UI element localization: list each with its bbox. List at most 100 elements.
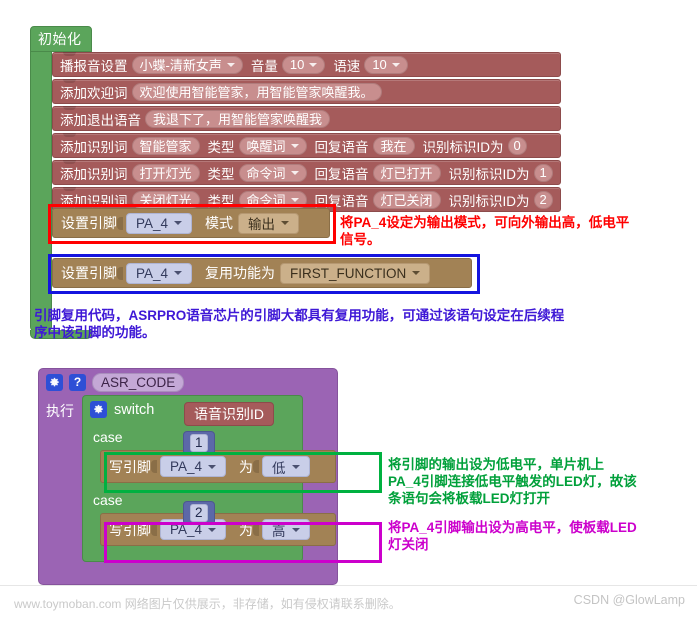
annotation-green: 将引脚的输出设为低电平，单片机上 PA_4引脚连接低电平触发的LED灯，故该 条…	[388, 457, 637, 506]
write-pin-level-dropdown[interactable]: 低	[262, 456, 310, 477]
set-pin-mode-label: 设置引脚	[61, 215, 117, 231]
reply-voice-input[interactable]: 我在	[372, 136, 415, 155]
recognize-id-label: 识别标识ID为	[422, 139, 504, 155]
value-plug	[117, 216, 123, 230]
chevron-down-icon	[391, 62, 400, 67]
init-block-label: 初始化	[38, 31, 82, 47]
recognize-id-input[interactable]: 0	[507, 136, 527, 155]
case-label-1: case	[93, 428, 123, 445]
welcome-word-value: 欢迎使用智能管家，用智能管家唤醒我。	[139, 85, 374, 100]
question-mark-icon[interactable]: ?	[69, 373, 86, 391]
recognize-id-input[interactable]: 1	[533, 163, 553, 182]
set-pin-mode-block[interactable]: 设置引脚 PA_4 模式 输出	[52, 208, 330, 238]
write-pin-level-value: 低	[272, 460, 286, 476]
footer-watermark-left: www.toymoban.com 网络图片仅供展示，非存储，如有侵权请联系删除。	[14, 597, 401, 611]
value-plug	[117, 266, 123, 280]
annotation-red: 将PA_4设定为输出模式，可向外输出高，低电平 信号。	[340, 215, 630, 247]
recognize-type-label: 类型	[207, 166, 235, 182]
pin-function-value: FIRST_FUNCTION	[290, 265, 407, 281]
annotation-purple: 引脚复用代码，ASRPRO语音芯片的引脚大都具有复用功能，可通过该语句设定在后续…	[34, 308, 565, 340]
recognize-word-value: 智能管家	[139, 139, 192, 154]
voice-recognize-id-value-block[interactable]: 语音识别ID	[184, 402, 274, 426]
recognize-id-input[interactable]: 2	[533, 190, 553, 209]
footer-watermark-right: CSDN @GlowLamp	[573, 593, 685, 607]
mode-dropdown[interactable]: 输出	[238, 212, 300, 234]
volume-dropdown[interactable]: 10	[281, 55, 326, 74]
write-pin-label: 写引脚	[109, 458, 151, 475]
recognize-type-dropdown[interactable]: 唤醒词	[238, 136, 307, 155]
voice-setting-block[interactable]: 播报音设置 小蝶-清新女声 音量 10 语速 10	[52, 52, 561, 77]
write-pin-block-high[interactable]: 写引脚 PA_4 为 高	[100, 513, 336, 546]
footer-bar: www.toymoban.com 网络图片仅供展示，非存储，如有侵权请联系删除。…	[0, 585, 697, 620]
recognize-word-block-0[interactable]: 添加识别词 智能管家 类型 唤醒词 回复语音 我在 识别标识ID为 0	[52, 133, 561, 158]
block-notch	[63, 133, 76, 137]
write-pin-dropdown[interactable]: PA_4	[160, 456, 227, 477]
reply-voice-input[interactable]: 灯已关闭	[372, 190, 441, 209]
chevron-down-icon	[412, 271, 421, 275]
asr-code-block[interactable]: ? ASR_CODE 执行 switch case 写引脚 PA_4 为 低 c…	[38, 368, 338, 585]
recognize-word-input[interactable]: 关闭灯光	[131, 190, 200, 209]
pin-function-dropdown[interactable]: FIRST_FUNCTION	[280, 262, 431, 284]
asr-code-footer	[39, 562, 337, 584]
exit-voice-value: 我退下了，用智能管家唤醒我	[153, 112, 323, 127]
value-plug	[253, 523, 260, 536]
init-block-header[interactable]: 初始化	[30, 26, 92, 52]
pin-dropdown[interactable]: PA_4	[126, 262, 193, 284]
reply-voice-input[interactable]: 灯已打开	[372, 163, 441, 182]
chevron-down-icon	[208, 527, 217, 532]
recognize-id-value: 0	[513, 138, 521, 153]
value-plug	[151, 523, 157, 536]
recognize-word-input[interactable]: 智能管家	[131, 136, 200, 155]
case-number-block-1[interactable]: 1	[183, 431, 215, 455]
recognize-type-value: 命令词	[246, 166, 286, 181]
speed-dropdown[interactable]: 10	[364, 55, 408, 74]
chevron-down-icon	[291, 527, 300, 532]
set-pin-function-block[interactable]: 设置引脚 PA_4 复用功能为 FIRST_FUNCTION	[52, 258, 472, 288]
asr-code-name[interactable]: ASR_CODE	[92, 372, 185, 392]
recognize-type-dropdown[interactable]: 命令词	[238, 190, 307, 209]
reply-voice-label: 回复语音	[314, 166, 369, 182]
write-pin-level-dropdown[interactable]: 高	[262, 519, 310, 540]
gear-icon[interactable]	[90, 401, 107, 418]
volume-dropdown-value: 10	[289, 57, 305, 72]
recognize-word-input[interactable]: 打开灯光	[131, 163, 200, 182]
exit-voice-label: 添加退出语音	[60, 112, 141, 128]
chevron-down-icon	[281, 221, 290, 225]
block-notch	[63, 106, 76, 110]
write-pin-value: PA_4	[170, 459, 203, 474]
recognize-word-label: 添加识别词	[60, 193, 128, 209]
voice-dropdown-value: 小蝶-清新女声	[139, 58, 222, 73]
welcome-word-input[interactable]: 欢迎使用智能管家，用智能管家唤醒我。	[131, 82, 382, 101]
volume-label: 音量	[250, 58, 278, 74]
case-number-value-2: 2	[190, 504, 208, 522]
pin-dropdown-value: PA_4	[136, 215, 169, 231]
value-plug	[151, 460, 157, 473]
speed-label: 语速	[333, 58, 361, 74]
switch-footer	[83, 546, 302, 561]
chevron-down-icon	[174, 271, 183, 275]
case-number-block-2[interactable]: 2	[183, 501, 215, 525]
exit-voice-input[interactable]: 我退下了，用智能管家唤醒我	[145, 109, 331, 128]
recognize-id-label: 识别标识ID为	[448, 193, 530, 209]
gear-icon[interactable]	[46, 373, 63, 391]
chevron-down-icon	[291, 464, 300, 469]
recognize-word-label: 添加识别词	[60, 139, 128, 155]
recognize-id-value: 1	[539, 165, 547, 180]
recognize-word-block-1[interactable]: 添加识别词 打开灯光 类型 命令词 回复语音 灯已打开 识别标识ID为 1	[52, 160, 561, 185]
asr-code-header: ? ASR_CODE	[39, 369, 337, 395]
pin-function-label: 复用功能为	[205, 265, 276, 281]
recognize-type-dropdown[interactable]: 命令词	[238, 163, 307, 182]
block-notch	[63, 187, 76, 191]
chevron-down-icon	[290, 170, 299, 175]
pin-dropdown[interactable]: PA_4	[126, 212, 193, 234]
exit-voice-block[interactable]: 添加退出语音 我退下了，用智能管家唤醒我	[52, 106, 561, 131]
chevron-down-icon	[290, 197, 299, 202]
block-notch	[63, 160, 76, 164]
pin-dropdown-value: PA_4	[136, 265, 169, 281]
welcome-word-block[interactable]: 添加欢迎词 欢迎使用智能管家，用智能管家唤醒我。	[52, 79, 561, 104]
recognize-type-label: 类型	[207, 139, 235, 155]
chevron-down-icon	[226, 62, 235, 67]
case-number-value-1: 1	[190, 434, 208, 452]
write-pin-block-low[interactable]: 写引脚 PA_4 为 低	[100, 450, 336, 483]
voice-dropdown[interactable]: 小蝶-清新女声	[131, 55, 243, 74]
